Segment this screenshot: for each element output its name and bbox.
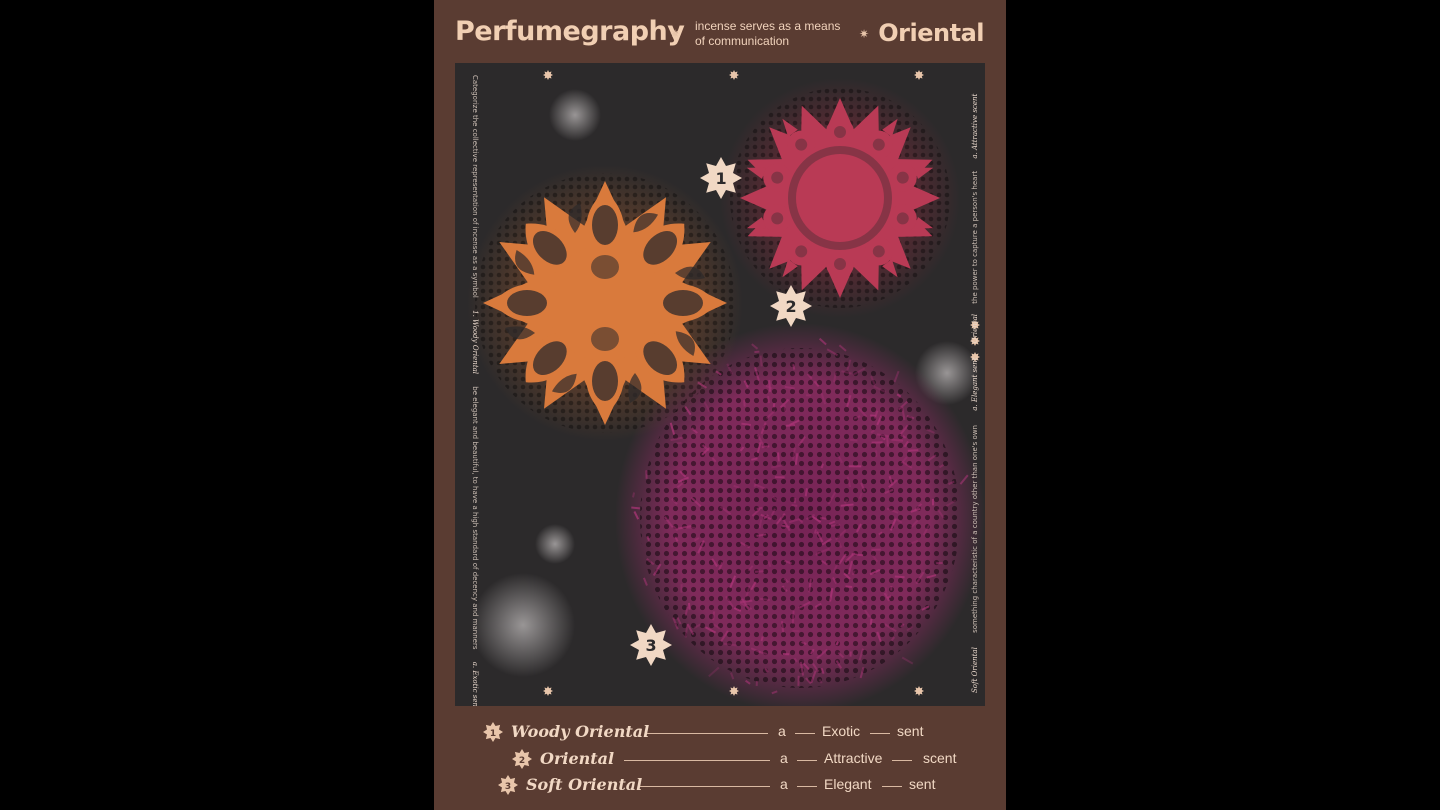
subtitle-line-1: incense serves as a means [695, 19, 841, 33]
divider-line [640, 786, 770, 787]
svg-text:2: 2 [519, 756, 525, 766]
poster-subtitle: incense serves as a means of communicati… [695, 19, 840, 49]
legend-article: a [780, 750, 788, 766]
svg-text:3: 3 [645, 636, 656, 655]
side-signature: a. Attractive scent [971, 93, 979, 159]
poster: Perfumegraphy ✷ incense serves as a mean… [434, 0, 1006, 810]
side-signature: Oriental [971, 313, 979, 344]
divider-line [795, 733, 815, 734]
badge-icon: 3 [498, 775, 518, 795]
legend-name: Soft Oriental [526, 775, 643, 794]
glow-orb [549, 89, 601, 141]
side-signature: Soft Oriental [971, 647, 979, 693]
svg-text:1: 1 [715, 169, 726, 188]
svg-text:3: 3 [505, 782, 511, 792]
side-caption: something characteristic of a country ot… [971, 425, 979, 633]
glow-orb [535, 524, 575, 564]
divider-line [882, 786, 902, 787]
side-signature: a. Elegant sent [971, 357, 979, 411]
star-icon: ✷ [859, 27, 870, 41]
badge-1: 1 [700, 157, 742, 199]
legend-row: 2 Oriental a Attractive scent [434, 748, 1006, 770]
svg-text:1: 1 [490, 729, 496, 739]
legend-article: a [780, 776, 788, 792]
badge-2: 2 [770, 285, 812, 327]
legend-name: Oriental [540, 749, 615, 768]
legend-quality: Exotic [822, 723, 861, 739]
svg-text:2: 2 [785, 297, 796, 316]
side-caption: be elegant and beautiful, to have a high… [471, 386, 479, 650]
side-text-right: Soft Oriental something characteristic o… [971, 94, 979, 693]
side-caption: Categorize the collective representation… [471, 75, 479, 298]
legend-noun: scent [923, 750, 957, 766]
legend-quality: Attractive [824, 750, 883, 766]
legend-row: 1 Woody Oriental a Exotic sent [434, 721, 1006, 743]
legend-noun: sent [897, 723, 924, 739]
side-caption: the power to capture a person's heart [971, 170, 979, 304]
star-icon: ✷ [670, 27, 681, 41]
divider-line [870, 733, 890, 734]
legend-article: a [778, 723, 786, 739]
divider-line [647, 733, 768, 734]
subtitle-line-2: of communication [695, 34, 790, 48]
divider-line [797, 786, 817, 787]
side-signature: 1. Woody Oriental [471, 310, 479, 375]
badge-icon: 1 [483, 722, 503, 742]
glow-orb [471, 573, 575, 677]
side-signature: a. Exotic sent [471, 661, 479, 706]
badge-icon: 2 [512, 749, 532, 769]
legend: 1 Woody Oriental a Exotic sent 2 Orienta… [434, 718, 1006, 810]
artwork-illustration: 1 2 3 [467, 70, 985, 706]
poster-category: Oriental [878, 19, 984, 47]
poster-title: Perfumegraphy [455, 16, 685, 47]
legend-row: 3 Soft Oriental a Elegant sent [434, 774, 1006, 796]
legend-name: Woody Oriental [511, 722, 650, 741]
badge-3: 3 [630, 624, 672, 666]
legend-quality: Elegant [824, 776, 872, 792]
artwork-panel: 1 2 3 Categorize the collective represen… [455, 63, 985, 706]
legend-noun: sent [909, 776, 936, 792]
divider-line [624, 760, 770, 761]
divider-line [892, 760, 912, 761]
crimson-mandala [740, 98, 940, 298]
side-text-left: Categorize the collective representation… [471, 75, 479, 706]
divider-line [797, 760, 817, 761]
